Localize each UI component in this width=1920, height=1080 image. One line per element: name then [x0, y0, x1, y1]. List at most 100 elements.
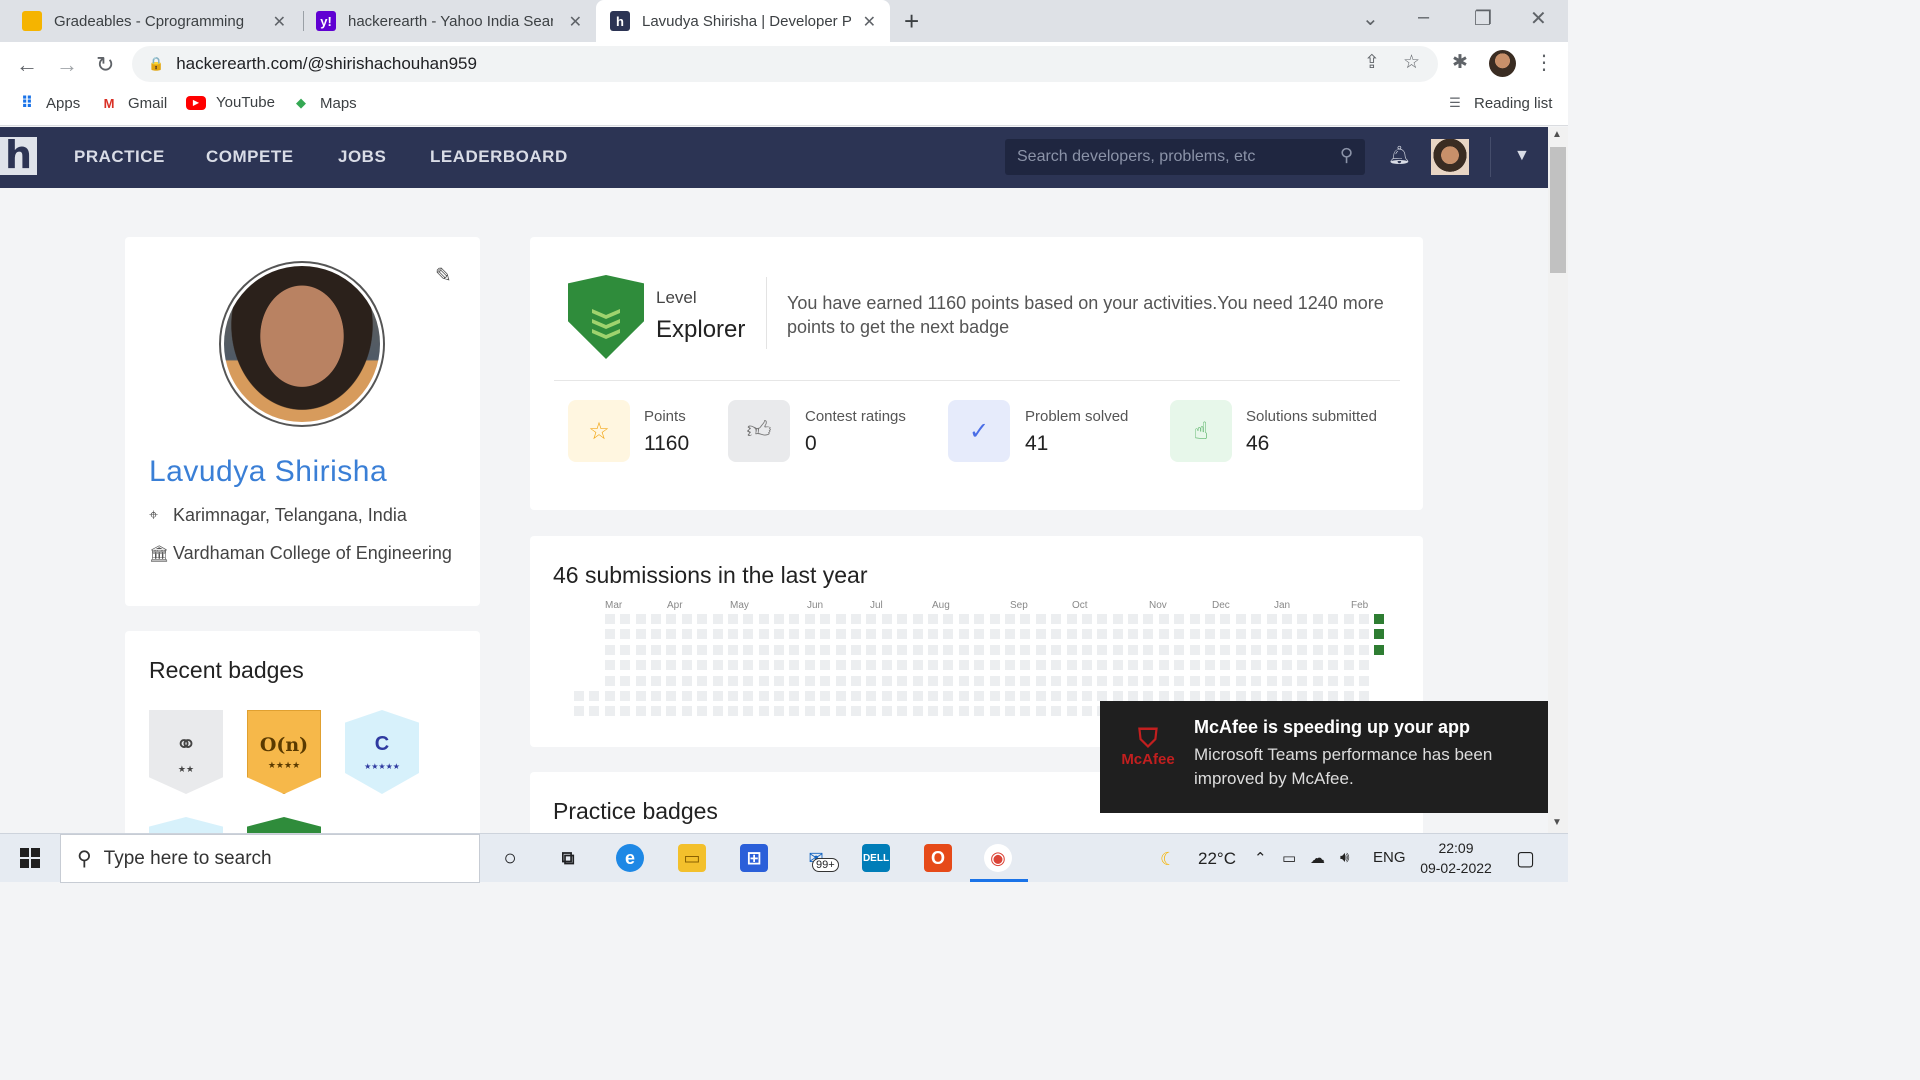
nav-leaderboard[interactable]: LEADERBOARD: [430, 147, 568, 167]
heatmap-cell: [727, 675, 738, 686]
heatmap-cell: [758, 644, 769, 655]
temperature[interactable]: 22°C: [1198, 849, 1236, 869]
scroll-up-icon[interactable]: ▲: [1552, 129, 1562, 140]
restore-icon[interactable]: ❐: [1474, 6, 1492, 31]
page-scrollbar[interactable]: ▲ ▼: [1548, 127, 1568, 833]
heatmap-cell: [1097, 675, 1108, 686]
tab-gradeables[interactable]: Gradeables - Cprogramming ✕: [0, 0, 300, 42]
bookmark-apps[interactable]: ⠿ Apps: [18, 94, 80, 113]
badge-data-structures[interactable]: ⚭ ★★: [149, 710, 223, 794]
bookmark-star-icon[interactable]: ☆: [1403, 51, 1420, 74]
close-tab-icon[interactable]: ✕: [863, 12, 876, 32]
browser-menu-icon[interactable]: ⋮: [1534, 50, 1554, 75]
nav-jobs[interactable]: JOBS: [338, 147, 386, 167]
c-icon: C: [374, 733, 390, 755]
heatmap-cell: [835, 706, 846, 717]
heatmap-cell: [774, 706, 785, 717]
minimize-icon[interactable]: –: [1418, 6, 1429, 29]
close-tab-icon[interactable]: ✕: [569, 12, 582, 32]
windows-start-icon[interactable]: [20, 848, 40, 868]
tab-search-icon[interactable]: ⌄: [1362, 6, 1379, 31]
scroll-down-icon[interactable]: ▼: [1552, 817, 1562, 828]
action-center-icon[interactable]: ▢: [1516, 846, 1535, 871]
heatmap-cell: [1128, 690, 1139, 701]
stat-label-points: Points: [644, 408, 686, 425]
header-divider: [1490, 137, 1491, 177]
heatmap-cell: [866, 660, 877, 671]
show-hidden-icons-chevron-icon[interactable]: ⌃: [1254, 849, 1267, 867]
account-menu-chevron-icon[interactable]: ▼: [1514, 147, 1530, 165]
volume-icon[interactable]: 🔊︎: [1340, 849, 1349, 866]
heatmap-cell: [943, 706, 954, 717]
taskbar-search-input[interactable]: ⚲ Type here to search: [60, 834, 480, 883]
chrome-icon[interactable]: ◉: [984, 844, 1012, 872]
bookmark-youtube[interactable]: ▶ YouTube: [186, 94, 275, 111]
heatmap-cell: [1174, 629, 1185, 640]
site-search-input[interactable]: Search developers, problems, etc ⚲: [1005, 139, 1365, 175]
heatmap-cell: [712, 629, 723, 640]
share-icon[interactable]: ⇪: [1364, 51, 1380, 74]
active-app-indicator: [970, 879, 1028, 882]
badge-complexity[interactable]: O(n) ★★★★: [247, 710, 321, 794]
scrollbar-thumb[interactable]: [1550, 147, 1566, 273]
heatmap-cell: [1281, 644, 1292, 655]
heatmap-cell: [1312, 660, 1323, 671]
mcafee-notification[interactable]: ⛉ McAfee McAfee is speeding up your app …: [1100, 701, 1548, 813]
close-tab-icon[interactable]: ✕: [273, 12, 286, 32]
badge-stars: ★★★★★: [364, 762, 400, 771]
extensions-icon[interactable]: ✱: [1452, 51, 1468, 74]
heatmap-cell: [1035, 614, 1046, 624]
search-icon[interactable]: ⚲: [1340, 145, 1353, 166]
heatmap-cell: [1220, 690, 1231, 701]
edit-profile-pencil-icon[interactable]: ✎: [435, 263, 452, 288]
heatmap-cell: [712, 644, 723, 655]
hackerearth-logo[interactable]: h: [0, 136, 37, 175]
heatmap-cell: [881, 706, 892, 717]
url-bar[interactable]: 🔒 hackerearth.com/@shirishachouhan959: [132, 46, 1438, 82]
nav-practice[interactable]: PRACTICE: [74, 147, 165, 167]
new-tab-button[interactable]: +: [904, 6, 919, 37]
system-clock[interactable]: 22:09 09-02-2022: [1418, 838, 1494, 878]
heatmap-cell: [1266, 690, 1277, 701]
reading-list-button[interactable]: ☰ Reading list: [1446, 94, 1552, 112]
heatmap-cell: [712, 614, 723, 624]
heatmap-cell: [604, 629, 615, 640]
heatmap-cell: [620, 706, 631, 717]
forward-icon[interactable]: →: [56, 52, 78, 78]
edge-icon[interactable]: e: [616, 844, 644, 872]
heatmap-cell: [1297, 644, 1308, 655]
language-indicator[interactable]: ENG: [1373, 849, 1406, 866]
heatmap-cell: [851, 706, 862, 717]
bookmark-maps[interactable]: ◆ Maps: [292, 94, 357, 112]
heatmap-cell: [1158, 629, 1169, 640]
heatmap-cell: [712, 706, 723, 717]
cortana-icon[interactable]: ○: [496, 844, 524, 872]
battery-icon[interactable]: ▭: [1282, 849, 1296, 867]
back-icon[interactable]: ←: [16, 52, 38, 78]
heatmap-cell: [1220, 675, 1231, 686]
tab-yahoo[interactable]: y! hackerearth - Yahoo India Search ✕: [300, 0, 596, 42]
bookmark-gmail[interactable]: M Gmail: [100, 94, 168, 112]
dell-icon[interactable]: DELL: [862, 844, 890, 872]
user-avatar[interactable]: [1431, 139, 1469, 175]
notifications-bell-icon[interactable]: 🔔︎: [1388, 145, 1411, 166]
microsoft-store-icon[interactable]: ⊞: [740, 844, 768, 872]
tab-hackerearth[interactable]: h Lavudya Shirisha | Developer Profile ✕: [596, 0, 890, 42]
browser-profile-avatar[interactable]: [1489, 50, 1516, 77]
heatmap-cell: [1251, 644, 1262, 655]
task-view-icon[interactable]: ⧉: [554, 844, 582, 872]
weather-moon-icon[interactable]: ☾: [1160, 849, 1176, 870]
nav-compete[interactable]: COMPETE: [206, 147, 294, 167]
cloud-icon[interactable]: ☁: [1310, 849, 1325, 867]
heatmap-cell: [927, 614, 938, 624]
heatmap-cell: [1158, 614, 1169, 624]
heatmap-cell: [1189, 644, 1200, 655]
badge-c-language[interactable]: C ★★★★★: [345, 710, 419, 794]
close-window-icon[interactable]: ✕: [1530, 6, 1547, 31]
office-icon[interactable]: O: [924, 844, 952, 872]
heatmap-cell: [820, 690, 831, 701]
heatmap-cell: [958, 690, 969, 701]
file-explorer-icon[interactable]: ▭: [678, 844, 706, 872]
reload-icon[interactable]: ↻: [96, 52, 114, 78]
heatmap-cell: [866, 675, 877, 686]
